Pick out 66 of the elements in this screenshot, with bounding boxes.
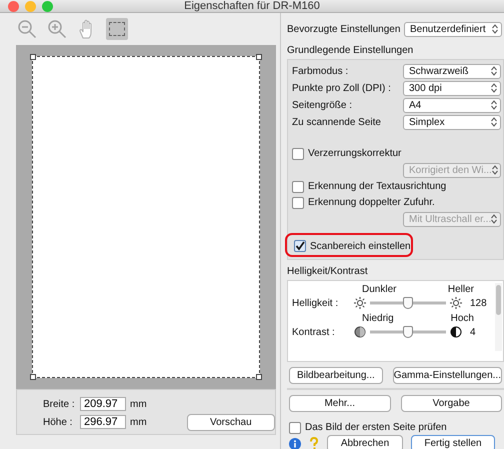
setting-label: Punkte pro Zoll (DPI) : bbox=[292, 82, 391, 94]
slider-value: 128 bbox=[470, 298, 487, 308]
setting-label: Zu scannende Seite bbox=[292, 116, 381, 128]
resize-handle[interactable] bbox=[256, 374, 262, 380]
selection-tool-icon[interactable] bbox=[106, 18, 128, 40]
slider-label: Helligkeit : bbox=[292, 298, 340, 308]
zoom-in-icon[interactable] bbox=[46, 18, 68, 40]
info-icon[interactable] bbox=[289, 438, 301, 449]
preferred-settings-label: Bevorzugte Einstellungen bbox=[287, 24, 400, 34]
stepper-arrows-icon bbox=[491, 66, 497, 76]
setting-select[interactable]: Schwarzweiß bbox=[403, 64, 501, 78]
section-title: Helligkeit/Kontrast bbox=[287, 266, 369, 277]
action-button[interactable]: Vorgabe bbox=[400, 395, 502, 412]
low-contrast-icon bbox=[354, 326, 366, 338]
unit-label: mm bbox=[130, 416, 147, 428]
checkbox[interactable] bbox=[294, 240, 306, 252]
slider-min-label: Dunkler bbox=[362, 284, 396, 295]
checkbox-label: Erkennung doppelter Zufuhr. bbox=[308, 197, 435, 208]
dimension-field[interactable]: 296.97 bbox=[80, 415, 126, 429]
stepper-arrows-icon bbox=[492, 165, 498, 175]
setting-label: Farbmodus : bbox=[292, 66, 348, 76]
field-label: Breite : bbox=[43, 398, 76, 410]
action-button[interactable]: Mehr... bbox=[289, 395, 390, 412]
dialog-button[interactable]: Abbrechen bbox=[327, 435, 403, 449]
preview-button[interactable]: Vorschau bbox=[186, 414, 275, 430]
zoom-out-icon[interactable] bbox=[16, 18, 38, 40]
checkbox-label: Scanbereich einstellen bbox=[310, 240, 411, 252]
action-button[interactable]: Bildbearbeitung... bbox=[289, 367, 383, 384]
resize-handle[interactable] bbox=[256, 54, 262, 60]
setting-select[interactable]: A4 bbox=[403, 98, 501, 112]
slider-value: 4 bbox=[470, 326, 476, 338]
checkbox-label: Das Bild der ersten Seite prüfen bbox=[305, 422, 447, 433]
setting-select[interactable]: 300 dpi bbox=[403, 80, 501, 96]
unit-label: mm bbox=[130, 398, 147, 410]
stepper-arrows-icon bbox=[491, 83, 497, 93]
checkbox-label: Verzerrungskorrektur bbox=[308, 148, 402, 159]
checkbox[interactable] bbox=[292, 180, 304, 192]
stepper-arrows-icon bbox=[491, 117, 497, 127]
action-button[interactable]: Gamma-Einstellungen... bbox=[392, 367, 502, 384]
close-button[interactable] bbox=[8, 0, 19, 12]
setting-select[interactable]: Simplex bbox=[403, 114, 501, 130]
dimension-field[interactable]: 209.97 bbox=[80, 397, 126, 411]
resize-handle[interactable] bbox=[30, 54, 36, 60]
slider-max-label: Hoch bbox=[450, 313, 474, 324]
window-title: Eigenschaften für DR-M160 bbox=[183, 0, 321, 12]
checkbox[interactable] bbox=[289, 422, 301, 434]
bright-sun-icon bbox=[450, 297, 462, 309]
setting-label: Seitengröße : bbox=[292, 100, 352, 110]
zoom-button[interactable] bbox=[42, 0, 53, 12]
stepper-arrows-icon bbox=[492, 24, 498, 34]
scrollbar[interactable] bbox=[495, 283, 502, 351]
stepper-arrows-icon bbox=[491, 100, 497, 110]
dialog-button[interactable]: Fertig stellen bbox=[411, 435, 495, 449]
high-contrast-icon bbox=[450, 326, 462, 338]
preferred-settings-select[interactable]: Benutzerdefiniert bbox=[404, 22, 502, 36]
field-label: Höhe : bbox=[43, 416, 74, 428]
checkbox-label: Erkennung der Textausrichtung bbox=[308, 181, 446, 192]
slider-min-label: Niedrig bbox=[362, 313, 394, 324]
checkbox[interactable] bbox=[292, 196, 304, 208]
dim-sun-icon bbox=[354, 297, 366, 309]
slider-max-label: Heller bbox=[448, 284, 474, 295]
section-title: Grundlegende Einstellungen bbox=[287, 45, 414, 56]
stepper-arrows-icon bbox=[491, 214, 498, 224]
slider-label: Kontrast : bbox=[292, 326, 336, 338]
checkbox[interactable] bbox=[292, 148, 304, 160]
resize-handle[interactable] bbox=[30, 374, 36, 380]
